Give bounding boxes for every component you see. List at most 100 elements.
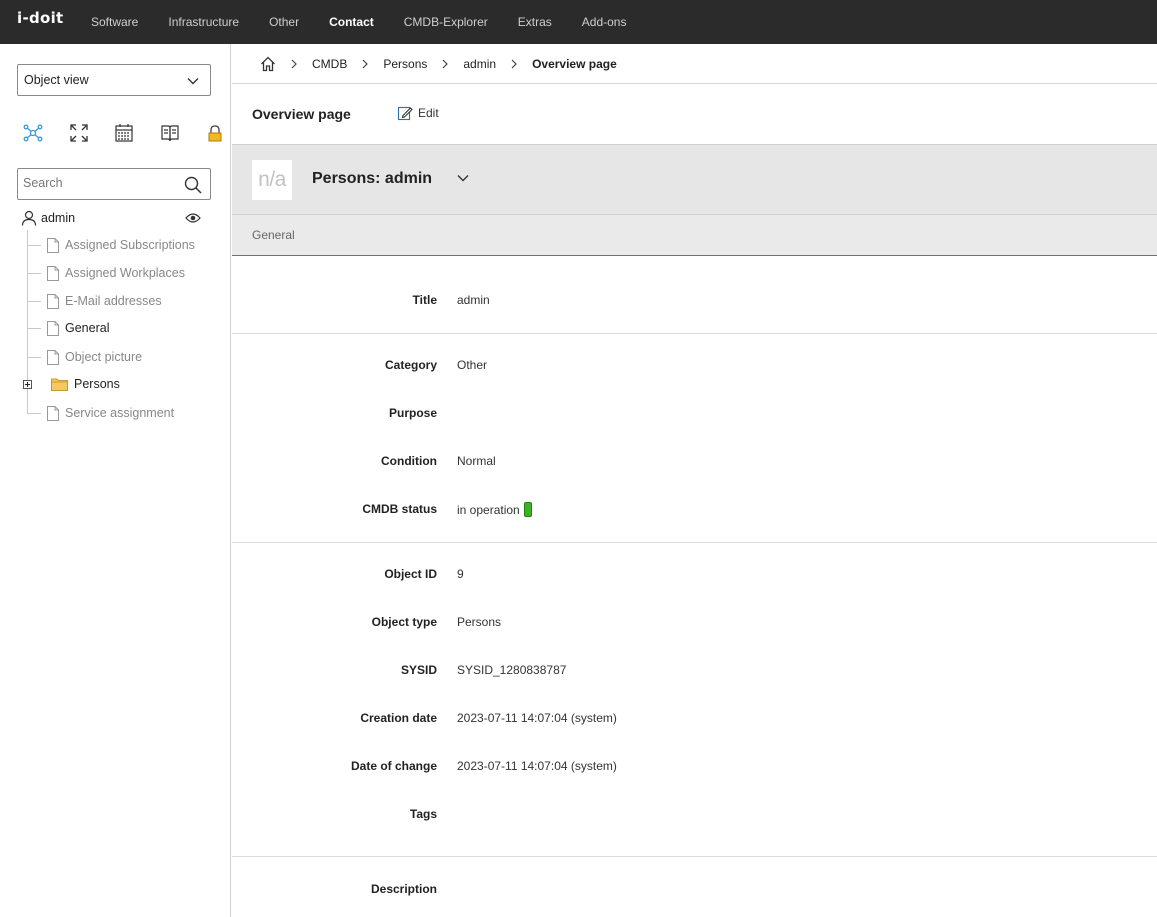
chevron-right-icon xyxy=(361,59,369,69)
calendar-icon[interactable] xyxy=(113,122,135,144)
file-icon xyxy=(47,405,59,421)
page-header: Overview page Edit xyxy=(232,85,1157,144)
nav-infrastructure[interactable]: Infrastructure xyxy=(153,0,254,44)
lock-icon[interactable] xyxy=(204,122,226,144)
nav-contact[interactable]: Contact xyxy=(314,0,389,44)
field-label: Condition xyxy=(381,454,437,468)
book-icon[interactable] xyxy=(159,122,181,144)
divider xyxy=(232,542,1157,543)
field-label: Date of change xyxy=(350,759,437,773)
field-purpose: Purpose xyxy=(232,406,1157,426)
object-header: n/a Persons: admin xyxy=(232,144,1157,215)
chevron-down-icon xyxy=(187,78,199,85)
tree-item-label: E-Mail addresses xyxy=(65,294,162,308)
main-content: CMDB Persons admin Overview page Overvie… xyxy=(232,44,1157,917)
field-value: 9 xyxy=(457,567,464,581)
field-label: SYSID xyxy=(400,663,437,677)
tree-item-label: Object picture xyxy=(65,350,143,364)
file-icon xyxy=(47,265,59,281)
tree-item-label: Assigned Workplaces xyxy=(65,266,185,280)
chevron-down-icon[interactable] xyxy=(456,173,470,183)
expand-icon[interactable] xyxy=(68,122,90,144)
category-header: General xyxy=(232,215,1157,256)
tree-root-label: admin xyxy=(41,211,76,225)
tree-item-label: Service assignment xyxy=(65,406,175,420)
field-value-wrap: in operation xyxy=(457,502,532,517)
field-creation-date: Creation date 2023-07-11 14:07:04 (syste… xyxy=(232,711,1157,731)
status-color-badge xyxy=(523,502,532,517)
field-value: Normal xyxy=(457,454,496,468)
tree-item-label: Assigned Subscriptions xyxy=(65,238,195,252)
tree-item-label: Persons xyxy=(74,377,120,391)
field-object-type: Object type Persons xyxy=(232,615,1157,635)
tree-item-email-addresses[interactable]: E-Mail addresses xyxy=(27,287,162,315)
eye-icon[interactable] xyxy=(185,212,201,224)
category-title: General xyxy=(252,228,295,242)
breadcrumb-admin[interactable]: admin xyxy=(463,57,496,71)
edit-label: Edit xyxy=(418,106,439,120)
field-date-of-change: Date of change 2023-07-11 14:07:04 (syst… xyxy=(232,759,1157,779)
nav-software[interactable]: Software xyxy=(76,0,153,44)
field-value: 2023-07-11 14:07:04 (system) xyxy=(457,759,617,773)
tree-item-assigned-workplaces[interactable]: Assigned Workplaces xyxy=(27,259,185,287)
home-icon[interactable] xyxy=(260,56,276,72)
field-tags: Tags xyxy=(232,807,1157,827)
divider xyxy=(232,856,1157,857)
nav-add-ons[interactable]: Add-ons xyxy=(567,0,642,44)
field-label: Creation date xyxy=(360,711,437,725)
edit-button[interactable]: Edit xyxy=(397,105,439,121)
field-label: Tags xyxy=(409,807,437,821)
search-box xyxy=(17,168,211,200)
search-icon[interactable] xyxy=(184,176,202,194)
page-title: Overview page xyxy=(252,106,351,122)
top-navigation: i-doit Software Infrastructure Other Con… xyxy=(0,0,1157,44)
object-image: n/a xyxy=(252,160,292,200)
tree-item-general[interactable]: General xyxy=(27,314,109,342)
breadcrumb: CMDB Persons admin Overview page xyxy=(232,44,1157,84)
field-label: Category xyxy=(384,358,437,372)
field-object-id: Object ID 9 xyxy=(232,567,1157,587)
nav-other[interactable]: Other xyxy=(254,0,314,44)
chevron-right-icon xyxy=(290,59,298,69)
tree-item-object-picture[interactable]: Object picture xyxy=(27,343,142,371)
main-menu: Software Infrastructure Other Contact CM… xyxy=(76,0,641,44)
field-value: 2023-07-11 14:07:04 (system) xyxy=(457,711,617,725)
divider xyxy=(232,333,1157,334)
tree-item-label: General xyxy=(65,321,110,335)
sidebar: Object view admin As xyxy=(0,44,231,917)
logo-text: i-doit xyxy=(17,9,64,27)
sidebar-toolbar xyxy=(22,122,226,144)
field-value: Other xyxy=(457,358,488,372)
relation-graph-icon[interactable] xyxy=(22,122,44,144)
nav-cmdb-explorer[interactable]: CMDB-Explorer xyxy=(389,0,503,44)
tree-item-assigned-subscriptions[interactable]: Assigned Subscriptions xyxy=(27,231,195,259)
breadcrumb-persons[interactable]: Persons xyxy=(383,57,427,71)
user-icon xyxy=(21,210,37,226)
i-doit-logo[interactable]: i-doit xyxy=(17,9,64,27)
nav-extras[interactable]: Extras xyxy=(503,0,567,44)
field-label: Title xyxy=(412,293,437,307)
chevron-right-icon xyxy=(441,59,449,69)
field-label: Purpose xyxy=(388,406,437,420)
object-title: Persons: admin xyxy=(312,170,433,187)
tree-item-persons[interactable]: Persons xyxy=(27,370,120,398)
field-condition: Condition Normal xyxy=(232,454,1157,474)
search-input[interactable] xyxy=(23,169,183,197)
field-value: SYSID_1280838787 xyxy=(457,663,567,677)
field-label: Description xyxy=(370,882,437,896)
field-value: Persons xyxy=(457,615,502,629)
breadcrumb-cmdb[interactable]: CMDB xyxy=(312,57,347,71)
field-label: Object type xyxy=(371,615,437,629)
breadcrumb-current: Overview page xyxy=(532,56,617,71)
field-label: Object ID xyxy=(384,567,437,581)
field-value: admin xyxy=(457,293,490,307)
tree-root-admin[interactable]: admin xyxy=(21,210,75,226)
field-label: CMDB status xyxy=(362,502,437,516)
chevron-right-icon xyxy=(510,59,518,69)
file-icon xyxy=(47,349,59,365)
file-icon xyxy=(47,237,59,253)
folder-icon xyxy=(51,378,68,391)
view-select[interactable]: Object view xyxy=(17,64,211,96)
pencil-icon xyxy=(397,106,413,121)
tree-item-service-assignment[interactable]: Service assignment xyxy=(27,399,174,427)
